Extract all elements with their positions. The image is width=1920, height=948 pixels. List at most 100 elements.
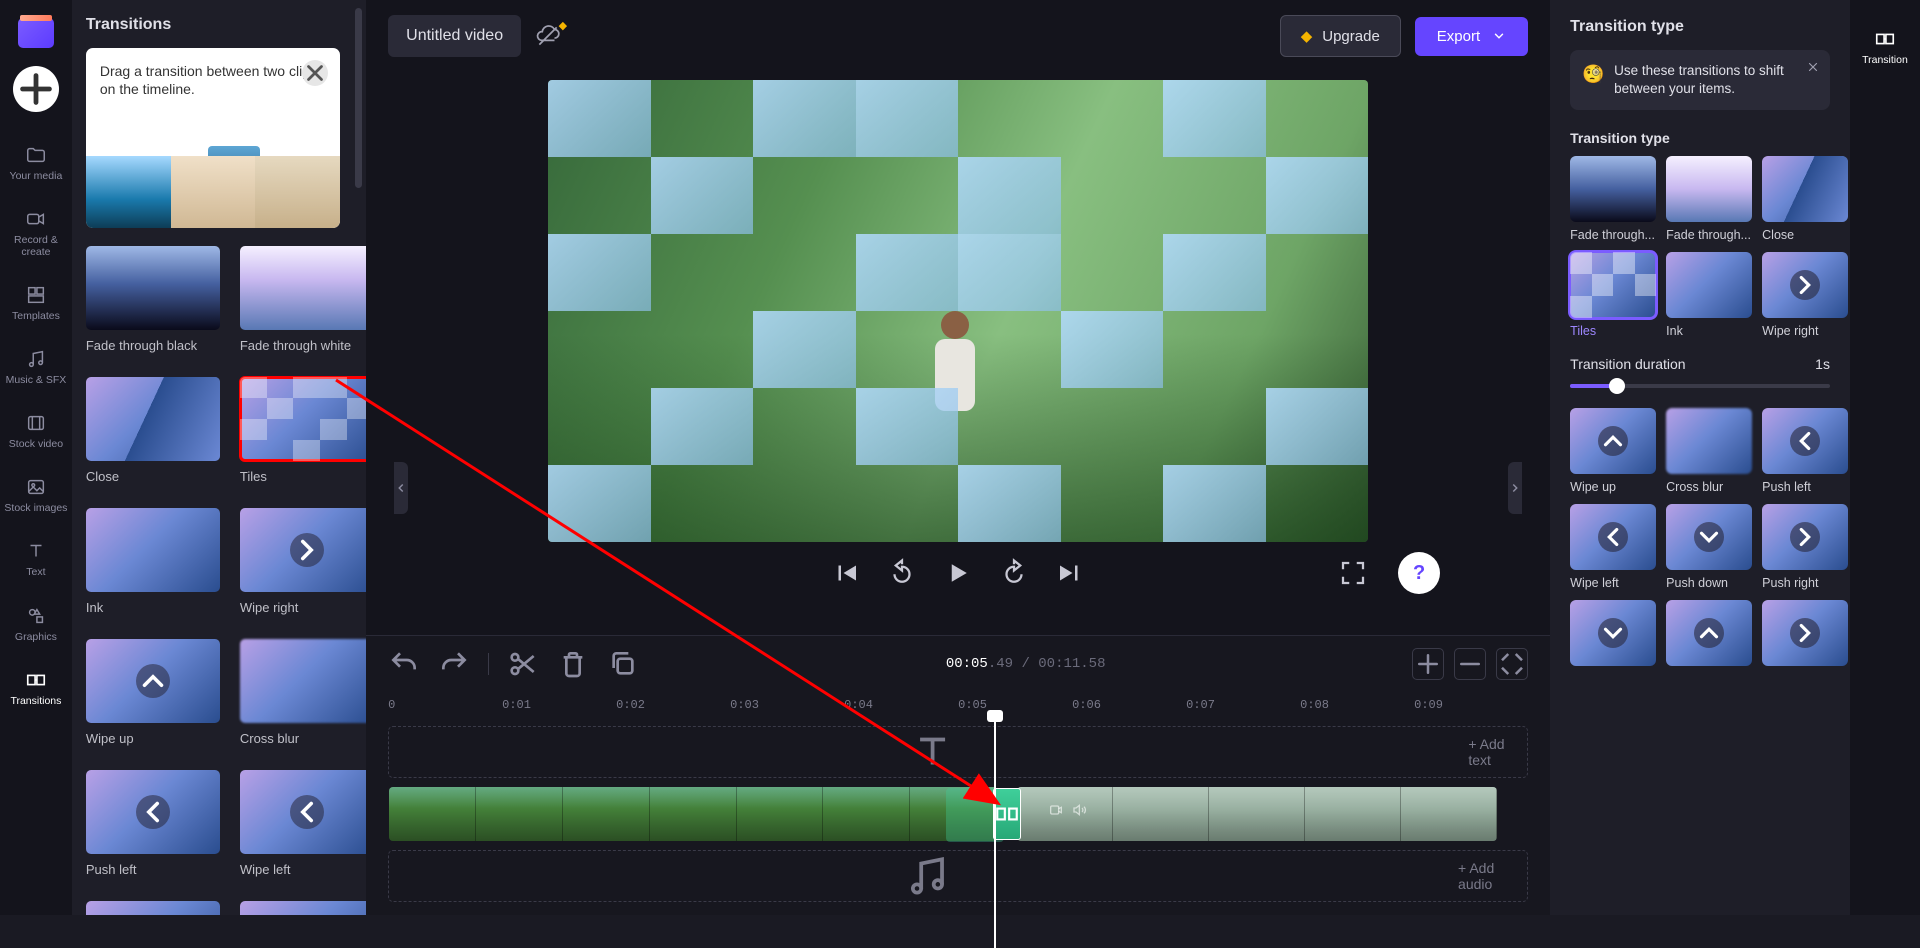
scrollbar[interactable] — [355, 8, 362, 188]
transition-close[interactable]: Close — [86, 377, 220, 484]
emoji-icon: 🧐 — [1582, 62, 1604, 86]
transition-badge[interactable] — [993, 788, 1021, 840]
transition-fade-black[interactable]: Fade through black — [86, 246, 220, 353]
slider-thumb[interactable] — [1609, 378, 1625, 394]
forward-button[interactable] — [999, 558, 1029, 588]
rt-close[interactable]: Close — [1762, 156, 1848, 242]
rail-templates[interactable]: Templates — [1, 274, 71, 332]
duration-slider[interactable] — [1570, 384, 1830, 388]
upgrade-button[interactable]: ◆Upgrade — [1280, 15, 1401, 57]
timeline: 00:05.49 / 00:11.58 00:010:020:030:040:0… — [366, 635, 1550, 915]
nav-rail-right: Transition — [1850, 0, 1920, 915]
fullscreen-button[interactable] — [1338, 558, 1368, 588]
transition-push-left[interactable]: Push left — [86, 770, 220, 877]
time-display: 00:05.49 / 00:11.58 — [657, 656, 1394, 672]
rt-fade-black[interactable]: Fade through... — [1570, 156, 1656, 242]
rewind-button[interactable] — [887, 558, 917, 588]
center-area: Untitled video ◆ ◆Upgrade Export 16:9 — [366, 0, 1550, 915]
transition-push-down[interactable]: Push down — [86, 901, 220, 915]
add-button[interactable] — [13, 66, 59, 112]
transition-wipe-right[interactable]: Wipe right — [240, 508, 366, 615]
rt-wipe-left[interactable]: Wipe left — [1570, 504, 1656, 590]
text-icon — [25, 540, 47, 562]
rail-music[interactable]: Music & SFX — [1, 338, 71, 396]
image-icon — [25, 476, 47, 498]
hint-card: 🧐 Use these transitions to shift between… — [1570, 50, 1830, 110]
transition-wipe-up[interactable]: Wipe up — [86, 639, 220, 746]
rail-right-transition[interactable]: Transition — [1850, 18, 1920, 76]
tip-close-button[interactable] — [302, 60, 328, 86]
rail-graphics[interactable]: Graphics — [1, 595, 71, 653]
clip-indicators — [1048, 802, 1088, 818]
transition-grid: Fade through black Fade through white Cl… — [86, 246, 340, 915]
skip-start-button[interactable] — [831, 558, 861, 588]
tip-card: Drag a transition between two clips on t… — [86, 48, 340, 228]
transition-wipe-left[interactable]: Wipe left — [240, 770, 366, 877]
rt-wipe-right[interactable]: Wipe right — [1762, 252, 1848, 338]
export-button[interactable]: Export — [1415, 17, 1528, 56]
transition-icon — [25, 669, 47, 691]
transition-push-right[interactable]: Push right — [240, 901, 366, 915]
rt-tiles[interactable]: Tiles — [1570, 252, 1656, 338]
hint-close-button[interactable] — [1806, 60, 1820, 79]
transition-type-grid: Fade through... Fade through... Close Ti… — [1570, 156, 1830, 338]
panel-title: Transitions — [86, 16, 340, 34]
chevron-down-icon — [1492, 29, 1506, 43]
project-title[interactable]: Untitled video — [388, 15, 521, 57]
playhead[interactable] — [994, 718, 996, 948]
rt-extra-2[interactable] — [1666, 600, 1752, 666]
rt-ink[interactable]: Ink — [1666, 252, 1752, 338]
playback-controls: ? — [548, 558, 1368, 588]
transition-tiles[interactable]: Tiles — [240, 377, 366, 484]
folder-icon — [25, 144, 47, 166]
skip-end-button[interactable] — [1055, 558, 1085, 588]
rt-wipe-up[interactable]: Wipe up — [1570, 408, 1656, 494]
properties-panel: Transition type 🧐 Use these transitions … — [1550, 0, 1850, 915]
preview-area: 16:9 ? — [366, 72, 1550, 635]
rail-text[interactable]: Text — [1, 530, 71, 588]
rt-push-left[interactable]: Push left — [1762, 408, 1848, 494]
collapse-right-panel[interactable] — [1508, 462, 1522, 514]
topbar: Untitled video ◆ ◆Upgrade Export — [366, 0, 1550, 72]
duplicate-button[interactable] — [607, 648, 639, 680]
transition-cross-blur[interactable]: Cross blur — [240, 639, 366, 746]
clip-2[interactable] — [1017, 787, 1497, 841]
undo-button[interactable] — [388, 648, 420, 680]
transition-fade-white[interactable]: Fade through white — [240, 246, 366, 353]
rail-your-media[interactable]: Your media — [1, 134, 71, 192]
transition-ink[interactable]: Ink — [86, 508, 220, 615]
rail-stock-images[interactable]: Stock images — [1, 466, 71, 524]
rt-extra-1[interactable] — [1570, 600, 1656, 666]
help-button[interactable]: ? — [1398, 552, 1440, 594]
rt-cross-blur[interactable]: Cross blur — [1666, 408, 1752, 494]
video-preview[interactable]: 16:9 — [548, 80, 1368, 542]
duration-value: 1s — [1815, 356, 1830, 372]
clip-1[interactable] — [389, 787, 997, 841]
zoom-out-button[interactable] — [1454, 648, 1486, 680]
rt-extra-3[interactable] — [1762, 600, 1848, 666]
rt-fade-white[interactable]: Fade through... — [1666, 156, 1752, 242]
nav-rail-left: Your media Record & create Templates Mus… — [0, 0, 72, 915]
zoom-in-button[interactable] — [1412, 648, 1444, 680]
fit-button[interactable] — [1496, 648, 1528, 680]
split-button[interactable] — [507, 648, 539, 680]
cloud-sync-icon[interactable]: ◆ — [535, 23, 561, 49]
time-ruler[interactable]: 00:010:020:030:040:050:060:070:080:09 — [388, 690, 1528, 720]
rail-record-create[interactable]: Record & create — [1, 198, 71, 268]
film-icon — [25, 412, 47, 434]
duration-label: Transition duration — [1570, 356, 1685, 372]
redo-button[interactable] — [438, 648, 470, 680]
collapse-left-panel[interactable] — [394, 462, 408, 514]
app-logo — [18, 18, 54, 48]
rail-transitions[interactable]: Transitions — [1, 659, 71, 717]
transitions-panel: Transitions Drag a transition between tw… — [72, 0, 366, 915]
rt-push-down[interactable]: Push down — [1666, 504, 1752, 590]
section-label: Transition type — [1570, 130, 1830, 146]
tip-text: Drag a transition between two clips on t… — [100, 62, 326, 98]
audio-track[interactable]: + Add audio — [388, 850, 1528, 902]
rail-stock-video[interactable]: Stock video — [1, 402, 71, 460]
play-button[interactable] — [943, 558, 973, 588]
rt-push-right[interactable]: Push right — [1762, 504, 1848, 590]
text-track[interactable]: + Add text — [388, 726, 1528, 778]
delete-button[interactable] — [557, 648, 589, 680]
